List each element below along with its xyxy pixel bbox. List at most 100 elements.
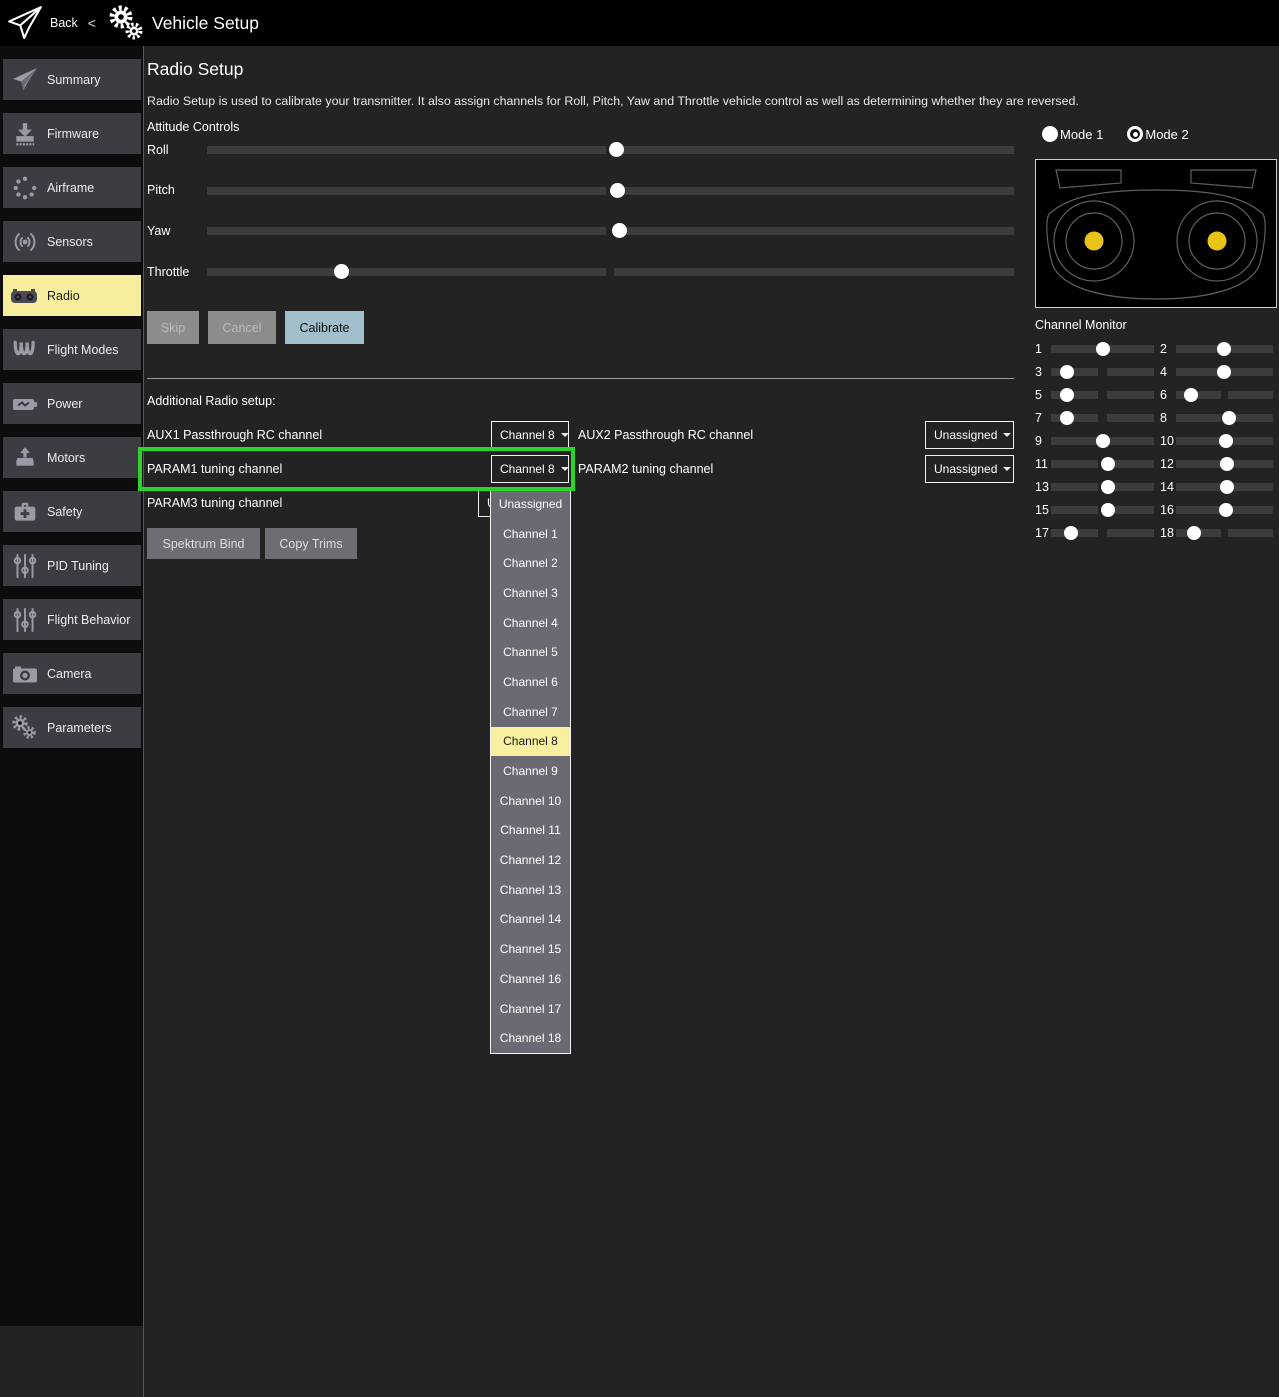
breadcrumb-separator: < xyxy=(88,15,96,31)
chevron-down-icon xyxy=(1003,433,1011,437)
dropdown-option-channel-17[interactable]: Channel 17 xyxy=(491,994,570,1024)
sidebar-item-flight-modes[interactable]: Flight Modes xyxy=(3,329,141,370)
dropdown-option-channel-2[interactable]: Channel 2 xyxy=(491,548,570,578)
skip-button[interactable]: Skip xyxy=(147,311,199,344)
dropdown-option-channel-11[interactable]: Channel 11 xyxy=(491,816,570,846)
param1-channel-combobox[interactable]: Channel 8 xyxy=(491,455,569,483)
yaw-slider-track xyxy=(207,227,1014,235)
aux1-label: AUX1 Passthrough RC channel xyxy=(147,421,322,449)
dropdown-option-channel-7[interactable]: Channel 7 xyxy=(491,697,570,727)
aux1-channel-combobox[interactable]: Channel 8 xyxy=(491,421,569,449)
sidebar-item-sensors[interactable]: Sensors xyxy=(3,221,141,262)
dropdown-option-channel-15[interactable]: Channel 15 xyxy=(491,934,570,964)
channel-15-monitor-bar xyxy=(1051,506,1154,514)
sidebar-item-camera[interactable]: Camera xyxy=(3,653,141,694)
back-button[interactable]: Back xyxy=(50,16,78,30)
sidebar-item-firmware[interactable]: Firmware xyxy=(3,113,141,154)
dropdown-option-unassigned[interactable]: Unassigned xyxy=(491,489,570,519)
sidebar-item-label: Sensors xyxy=(47,235,93,249)
channel-monitor-row: 4 xyxy=(1160,360,1279,383)
channel-monitor-title: Channel Monitor xyxy=(1035,318,1127,332)
sidebar-item-safety[interactable]: Safety xyxy=(3,491,141,532)
channel-value-dot xyxy=(1217,342,1231,356)
channel-number: 12 xyxy=(1160,457,1176,471)
section-divider xyxy=(147,378,1014,379)
channel-number: 4 xyxy=(1160,365,1176,379)
sidebar-item-flight-behavior[interactable]: Flight Behavior xyxy=(3,599,141,640)
slider-label: Throttle xyxy=(147,265,189,280)
sidebar-item-label: Parameters xyxy=(47,721,112,735)
channel-monitor-row: 18 xyxy=(1160,521,1279,544)
channel-number: 6 xyxy=(1160,388,1176,402)
dropdown-option-channel-8[interactable]: Channel 8 xyxy=(491,727,570,757)
channel-number: 15 xyxy=(1035,503,1051,517)
pid-tuning-icon xyxy=(3,552,47,580)
page-title: Radio Setup xyxy=(147,59,243,80)
calibrate-button[interactable]: Calibrate xyxy=(285,311,364,344)
sidebar-item-airframe[interactable]: Airframe xyxy=(3,167,141,208)
mode-2-radio[interactable]: Mode 2 xyxy=(1127,126,1188,142)
aux2-channel-combobox[interactable]: Unassigned xyxy=(925,421,1014,449)
param2-channel-combobox[interactable]: Unassigned xyxy=(925,455,1014,483)
aux2-label: AUX2 Passthrough RC channel xyxy=(578,421,753,449)
dropdown-option-channel-10[interactable]: Channel 10 xyxy=(491,786,570,816)
attitude-row-throttle: Throttle xyxy=(147,265,1014,280)
mode-label: Mode 1 xyxy=(1060,127,1103,142)
channel-17-monitor-bar xyxy=(1051,529,1154,537)
dropdown-option-channel-5[interactable]: Channel 5 xyxy=(491,637,570,667)
channel-value-dot xyxy=(1101,457,1115,471)
dropdown-option-channel-3[interactable]: Channel 3 xyxy=(491,578,570,608)
additional-radio-setup-heading: Additional Radio setup: xyxy=(147,394,276,408)
yaw-slider-thumb xyxy=(612,223,627,238)
channel-number: 13 xyxy=(1035,480,1051,494)
channel-9-monitor-bar xyxy=(1051,437,1154,445)
sidebar-item-power[interactable]: Power xyxy=(3,383,141,424)
sidebar-divider xyxy=(143,46,144,1397)
channel-monitor-row: 15 xyxy=(1035,498,1160,521)
channel-value-dot xyxy=(1060,388,1074,402)
cancel-button[interactable]: Cancel xyxy=(208,311,276,344)
dropdown-option-channel-6[interactable]: Channel 6 xyxy=(491,667,570,697)
channel-number: 7 xyxy=(1035,411,1051,425)
radio-circle-icon xyxy=(1042,126,1058,142)
sidebar-item-summary[interactable]: Summary xyxy=(3,59,141,100)
sidebar-item-label: Flight Modes xyxy=(47,343,119,357)
dropdown-option-channel-18[interactable]: Channel 18 xyxy=(491,1023,570,1053)
dropdown-option-channel-14[interactable]: Channel 14 xyxy=(491,905,570,935)
dropdown-option-channel-4[interactable]: Channel 4 xyxy=(491,608,570,638)
spektrum-bind-button[interactable]: Spektrum Bind xyxy=(147,528,260,559)
attitude-controls-heading: Attitude Controls xyxy=(147,120,239,134)
slider-label: Pitch xyxy=(147,183,175,198)
slider-label: Roll xyxy=(147,143,169,158)
app-logo-icon[interactable] xyxy=(6,3,44,43)
channel-number: 14 xyxy=(1160,480,1176,494)
copy-trims-button[interactable]: Copy Trims xyxy=(265,528,357,559)
vehicle-setup-window: Back < Vehicle Setup SummaryFirmwareAirf… xyxy=(0,0,1279,1397)
dropdown-option-channel-1[interactable]: Channel 1 xyxy=(491,519,570,549)
radio-circle-icon xyxy=(1127,126,1143,142)
dropdown-option-channel-9[interactable]: Channel 9 xyxy=(491,756,570,786)
sidebar-item-label: Summary xyxy=(47,73,100,87)
dropdown-option-channel-16[interactable]: Channel 16 xyxy=(491,964,570,994)
dropdown-option-channel-13[interactable]: Channel 13 xyxy=(491,875,570,905)
channel-3-monitor-bar xyxy=(1051,368,1154,376)
channel-number: 18 xyxy=(1160,526,1176,540)
channel-value-dot xyxy=(1096,434,1110,448)
throttle-slider-track xyxy=(207,268,1014,276)
right-stick-dot xyxy=(1208,232,1227,251)
sidebar-item-parameters[interactable]: Parameters xyxy=(3,707,141,748)
sidebar-item-motors[interactable]: Motors xyxy=(3,437,141,478)
sidebar-item-label: Camera xyxy=(47,667,91,681)
channel-value-dot xyxy=(1096,342,1110,356)
mode-1-radio[interactable]: Mode 1 xyxy=(1042,126,1103,142)
channel-value-dot xyxy=(1217,365,1231,379)
param3-label: PARAM3 tuning channel xyxy=(147,489,282,517)
channel-number: 11 xyxy=(1035,457,1051,471)
camera-icon xyxy=(3,662,47,686)
sidebar-item-radio[interactable]: Radio xyxy=(3,275,141,316)
sidebar-item-pid-tuning[interactable]: PID Tuning xyxy=(3,545,141,586)
channel-monitor-row: 13 xyxy=(1035,475,1160,498)
sensors-icon xyxy=(3,229,47,255)
dropdown-option-channel-12[interactable]: Channel 12 xyxy=(491,845,570,875)
channel-monitor-row: 16 xyxy=(1160,498,1279,521)
